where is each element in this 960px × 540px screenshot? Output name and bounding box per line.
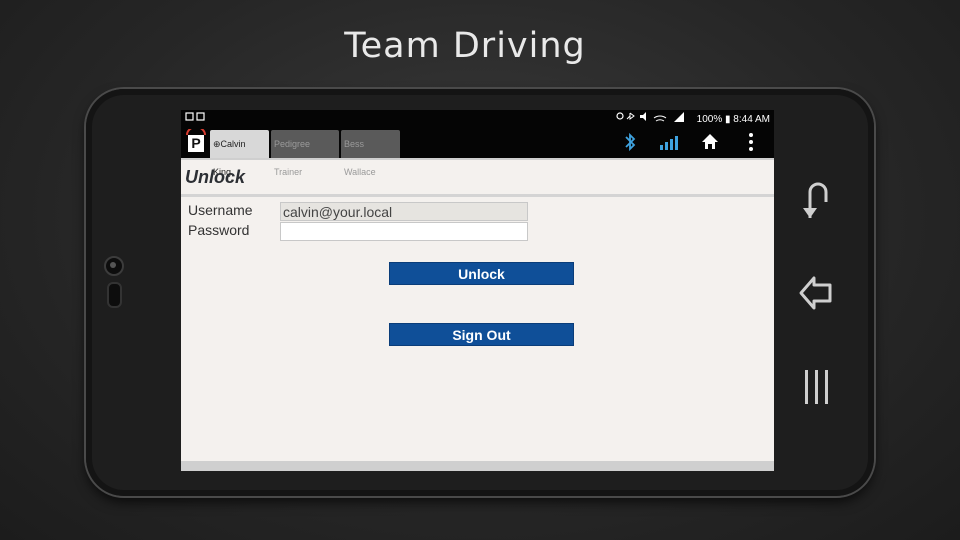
app-bar: P ⊕Calvin King Pedigree Trainer Bess Wal… — [181, 126, 774, 177]
signal-icon — [673, 112, 684, 122]
screen-icon — [196, 112, 205, 121]
status-left-icons — [185, 112, 207, 126]
sensor-icon — [107, 282, 122, 308]
sign-out-button[interactable]: Sign Out — [389, 323, 574, 346]
username-label: Username — [188, 202, 253, 218]
svg-text:P: P — [191, 135, 200, 151]
recent-apps-icon[interactable] — [802, 368, 832, 406]
password-field[interactable] — [280, 222, 528, 241]
bluetooth-icon — [626, 112, 635, 120]
location-icon — [616, 112, 624, 120]
username-field[interactable] — [280, 202, 528, 221]
image-icon — [185, 112, 194, 121]
status-right: 100% ▮ 8:44 AM — [616, 112, 770, 125]
signal-bars-icon[interactable] — [659, 132, 681, 152]
app-logo[interactable]: P — [185, 126, 207, 153]
status-bar: 100% ▮ 8:44 AM — [181, 110, 774, 126]
password-label: Password — [188, 222, 250, 238]
home-icon[interactable] — [701, 132, 719, 152]
tab-calvin-king[interactable]: ⊕Calvin King — [210, 130, 269, 177]
app-bar-divider — [181, 158, 774, 160]
slide-title: Team Driving — [344, 26, 586, 66]
mute-icon — [639, 112, 646, 121]
bottom-bar — [181, 461, 774, 471]
camera-icon — [104, 256, 124, 276]
battery-percent: 100% — [696, 114, 723, 125]
back-arrow-icon[interactable] — [800, 180, 832, 220]
unlock-button[interactable]: Unlock — [389, 262, 574, 285]
page-title: Unlock — [185, 167, 246, 187]
wifi-icon — [653, 115, 667, 122]
bluetooth-icon[interactable] — [623, 132, 637, 152]
nav-back-icon[interactable] — [798, 273, 834, 313]
device-screen: 100% ▮ 8:44 AM P ⊕Calvin King Pedigree T… — [181, 110, 774, 471]
title-divider — [181, 194, 774, 197]
tab-bess-wallace[interactable]: Bess Wallace — [341, 130, 400, 177]
tab-pedigree-trainer[interactable]: Pedigree Trainer — [271, 130, 339, 177]
more-vert-icon[interactable] — [747, 132, 755, 152]
status-time: 8:44 AM — [733, 114, 770, 125]
battery-icon: ▮ — [725, 114, 731, 125]
